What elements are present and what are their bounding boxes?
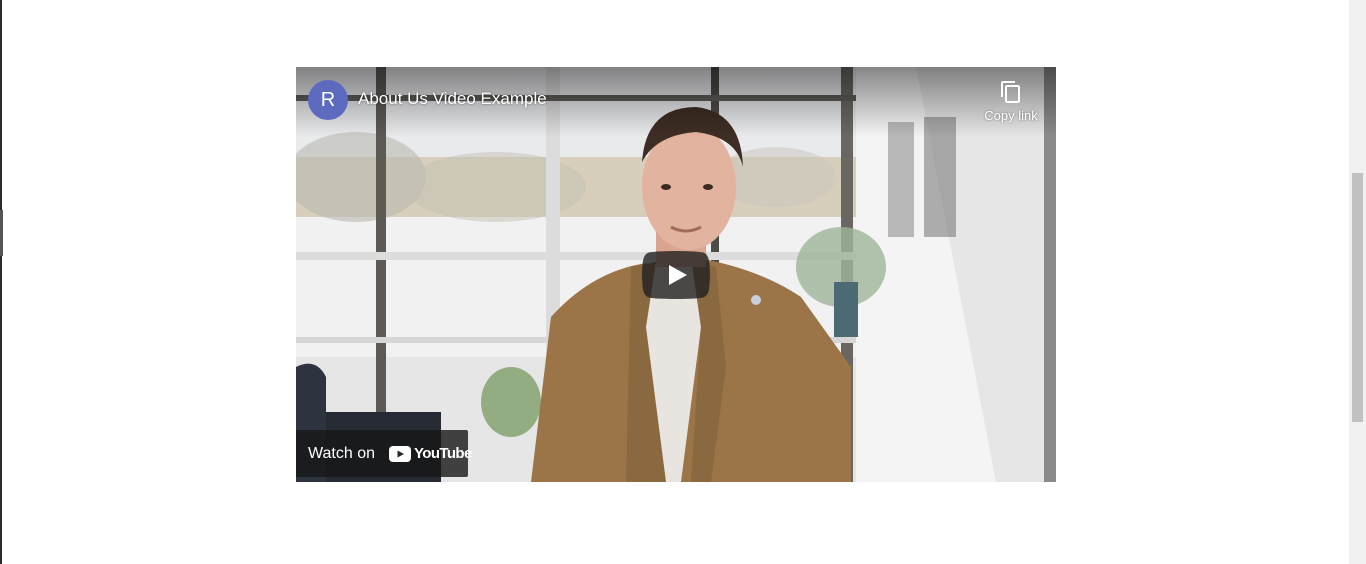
youtube-wordmark: YouTube xyxy=(414,445,472,462)
vertical-scrollbar[interactable] xyxy=(1349,0,1366,564)
watch-on-label: Watch on xyxy=(308,444,375,462)
copy-icon xyxy=(1001,81,1020,103)
copy-link-button[interactable]: Copy link xyxy=(980,80,1042,130)
youtube-logo-icon xyxy=(389,445,411,462)
page: R About Us Video Example Copy link Watch… xyxy=(0,0,1366,564)
play-button[interactable] xyxy=(642,251,710,299)
youtube-embed-player[interactable]: R About Us Video Example Copy link Watch… xyxy=(296,67,1056,482)
channel-avatar-initial: R xyxy=(320,88,336,111)
youtube-logo: YouTube xyxy=(389,445,472,462)
watch-on-youtube-button[interactable]: Watch on YouTube xyxy=(296,430,472,477)
copy-link-label: Copy link xyxy=(984,108,1038,123)
channel-avatar[interactable]: R xyxy=(308,80,348,120)
left-border-mark xyxy=(0,210,3,256)
scrollbar-thumb[interactable] xyxy=(1352,173,1363,422)
video-title-link[interactable]: About Us Video Example xyxy=(358,89,547,109)
left-border xyxy=(0,0,2,564)
